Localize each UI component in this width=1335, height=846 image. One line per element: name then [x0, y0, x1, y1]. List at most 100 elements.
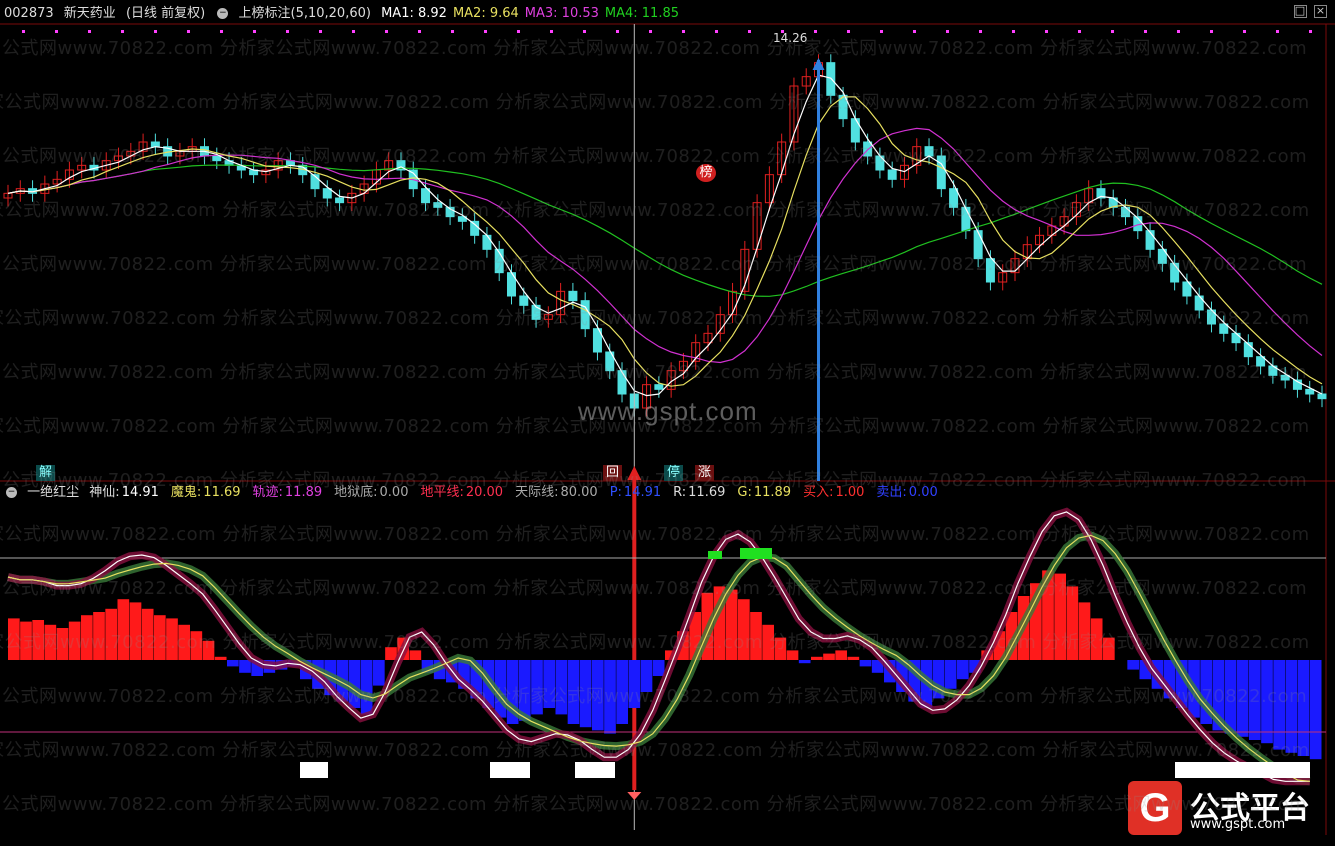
indicator-toggle-icon[interactable]: − [217, 8, 229, 19]
histogram-bar [1261, 660, 1273, 744]
marker-dot [1078, 30, 1081, 33]
marker-dot [319, 30, 322, 33]
histogram-bar [555, 660, 568, 715]
marker-dot [121, 30, 124, 33]
histogram-bar [190, 631, 203, 660]
indicator-value-3: 轨迹: 11.89 [252, 485, 323, 500]
histogram-bar [847, 656, 860, 660]
ma-value-1: MA1: 8.92 [381, 6, 447, 21]
marker-dot [484, 30, 487, 33]
histogram-bar [1249, 660, 1261, 740]
candle-body [850, 118, 860, 143]
indicator-value-6: 天际线: 80.00 [515, 485, 598, 500]
high-price-label: 14.26 [773, 31, 808, 45]
ma4-line [7, 164, 1323, 297]
marker-dot [583, 30, 586, 33]
marker-dot [1111, 30, 1114, 33]
histogram-bar [1066, 586, 1079, 660]
maximize-icon[interactable]: □ [1293, 5, 1307, 18]
window-controls: □ × [1290, 4, 1327, 18]
histogram-bar [725, 589, 738, 660]
close-icon[interactable]: × [1314, 5, 1327, 18]
marker-dot [880, 30, 883, 33]
histogram-bar [774, 637, 787, 660]
histogram-bar [385, 647, 397, 660]
tag-bang: 榜 [696, 164, 716, 182]
ma-value-2: MA2: 9.64 [452, 6, 519, 21]
histogram-bar [93, 612, 105, 660]
candle-body [212, 155, 222, 162]
histogram-bar [543, 660, 555, 708]
marker-dot [1045, 30, 1048, 33]
bottom-block [490, 762, 530, 778]
marker-dot [22, 30, 25, 33]
buy-arrow-head [627, 466, 642, 480]
histogram-bar [604, 660, 616, 734]
tag-ting: 停 [664, 465, 684, 481]
main-header: 002873 新天药业 (日线 前复权) − 上榜标注(5,10,20,60) … [4, 4, 691, 24]
candle-body [519, 295, 529, 306]
marker-dot [1210, 30, 1213, 33]
indicator-value-1: 神仙: 14.91 [89, 485, 159, 500]
candle-body [1231, 332, 1241, 344]
marker-dot [649, 30, 652, 33]
tag-hui: 回 [603, 465, 623, 481]
marker-dot [1309, 30, 1312, 33]
ma3-line [7, 127, 1323, 364]
indicator-toggle-icon-2[interactable]: − [6, 487, 17, 498]
histogram-bar [32, 620, 44, 660]
histogram-bar [786, 650, 799, 660]
indicator-value-7: P: 14.91 [609, 485, 662, 500]
marker-dot [1243, 30, 1246, 33]
marker-dot [220, 30, 223, 33]
histogram-bar [738, 599, 750, 660]
marker-dot [715, 30, 718, 33]
ma-values: MA1: 8.92 MA2: 9.64 MA3: 10.53 MA4: 11.85 [381, 6, 685, 21]
histogram-bar [957, 660, 969, 680]
histogram-bar [1297, 660, 1310, 756]
buy-diamond [627, 792, 642, 800]
candle-body [1121, 206, 1131, 218]
histogram-bar [1285, 660, 1298, 753]
bottom-block [300, 762, 328, 778]
candle-body [335, 197, 345, 204]
histogram-bar [154, 615, 166, 660]
marker-dot [451, 30, 454, 33]
indicator-value-9: G: 11.89 [737, 485, 792, 500]
histogram-bar [202, 640, 215, 660]
histogram-bar [616, 660, 628, 724]
logo-url: www.gspt.com [1190, 817, 1286, 832]
marker-dot [88, 30, 91, 33]
histogram-bar [750, 612, 762, 660]
histogram-bar [1127, 660, 1139, 670]
candle-body [961, 206, 971, 232]
candle-body [322, 188, 332, 199]
candle-body [617, 370, 627, 395]
histogram-bar [628, 660, 641, 708]
histogram-bar [762, 624, 774, 660]
histogram-bar [178, 624, 190, 660]
histogram-bar [1090, 618, 1103, 660]
marker-dot [517, 30, 520, 33]
histogram-bar [567, 660, 580, 724]
marker-dot [286, 30, 289, 33]
candle-body [482, 234, 492, 250]
histogram-bar [44, 624, 57, 660]
histogram-bar [227, 660, 239, 667]
ma-value-4: MA4: 11.85 [604, 6, 679, 21]
indicator-values: 神仙: 14.91 魔鬼: 11.69 轨迹: 11.89 地狱底: 0.00 地平线: 20.0… [89, 485, 949, 500]
indicator-value-8: R: 11.69 [673, 485, 726, 500]
indicator-value-2: 魔鬼: 11.69 [170, 485, 241, 500]
candle-body [985, 258, 995, 283]
histogram-bar [835, 650, 847, 660]
histogram-bar [360, 660, 373, 715]
brand-logo: G 公式平台 www.gspt.com [1128, 781, 1328, 835]
histogram-bar [20, 621, 32, 660]
marker-dot [1276, 30, 1279, 33]
candle-body [1170, 262, 1180, 283]
marker-dot [979, 30, 982, 33]
ma1-line [7, 74, 1323, 397]
candle-body [580, 300, 590, 330]
tag-jie: 解 [36, 465, 56, 481]
bottom-block [575, 762, 615, 778]
